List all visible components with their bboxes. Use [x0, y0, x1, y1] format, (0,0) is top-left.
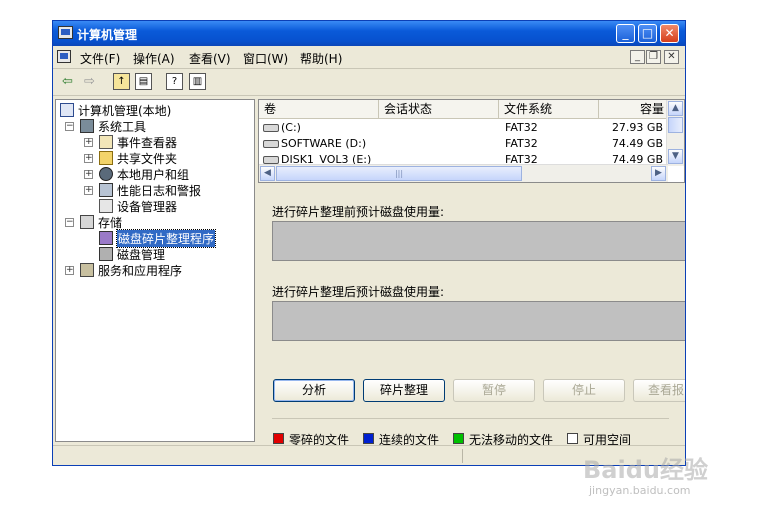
show-hide-tree-icon[interactable]: ▤ [135, 73, 152, 90]
tools-icon [80, 119, 94, 133]
storage-icon [80, 215, 94, 229]
mdi-minimize-button[interactable]: _ [630, 50, 645, 64]
volume-capacity: 74.49 GB [611, 137, 663, 150]
tree-item-label: 性能日志和警报 [117, 184, 202, 198]
after-defrag-usage-display [272, 301, 685, 341]
back-arrow-icon[interactable]: ⇦ [59, 73, 76, 90]
toolbar: ⇦ ⇨ ↑ ▤ ? ▥ [53, 69, 685, 96]
baidu-watermark-url: jingyan.baidu.com [589, 484, 691, 497]
legend-swatch-fragmented [273, 433, 284, 444]
tree-item-label: 事件查看器 [117, 136, 178, 150]
volume-filesystem: FAT32 [505, 121, 538, 134]
device-manager-icon [99, 199, 113, 213]
maximize-button[interactable]: □ [638, 24, 657, 43]
users-icon [99, 167, 113, 181]
column-header-filesystem[interactable]: 文件系统 [499, 100, 599, 119]
menu-view[interactable]: 查看(V) [189, 50, 231, 67]
menu-action[interactable]: 操作(A) [133, 50, 175, 67]
after-defrag-label: 进行碎片整理后预计磁盘使用量: [272, 285, 445, 299]
horizontal-scrollbar[interactable]: ◀ ||| ▶ [259, 164, 668, 182]
stop-button[interactable]: 停止 [543, 379, 625, 402]
volume-capacity: 27.93 GB [611, 121, 663, 134]
event-viewer-icon [99, 135, 113, 149]
pause-button[interactable]: 暂停 [453, 379, 535, 402]
table-row[interactable]: SOFTWARE (D:) FAT32 74.49 GB [259, 136, 663, 152]
mdi-restore-button[interactable]: ❐ [646, 50, 661, 64]
vertical-scroll-thumb[interactable] [668, 117, 683, 133]
column-header-volume[interactable]: 卷 [259, 100, 379, 119]
expander-performance-logs[interactable]: + [84, 186, 93, 195]
volume-name: SOFTWARE (D:) [281, 137, 367, 150]
scroll-left-icon[interactable]: ◀ [260, 166, 275, 181]
column-header-capacity[interactable]: 容量 [599, 100, 668, 119]
up-folder-icon[interactable]: ↑ [113, 73, 130, 90]
minimize-button[interactable]: _ [616, 24, 635, 43]
performance-log-icon [99, 183, 113, 197]
forward-arrow-icon[interactable]: ⇨ [81, 73, 98, 90]
drive-icon [263, 156, 279, 164]
computer-icon [60, 103, 74, 117]
volume-name: (C:) [281, 121, 301, 134]
tree-root-label: 计算机管理(本地) [78, 104, 172, 118]
close-button[interactable]: ✕ [660, 24, 679, 43]
before-defrag-label: 进行碎片整理前预计磁盘使用量: [272, 205, 445, 219]
window-title: 计算机管理 [77, 28, 138, 42]
scroll-right-icon[interactable]: ▶ [651, 166, 666, 181]
expander-system-tools[interactable]: − [65, 122, 74, 131]
expander-services-apps[interactable]: + [65, 266, 74, 275]
tree-item-label: 服务和应用程序 [98, 264, 183, 278]
baidu-watermark: Baidu经验 [583, 456, 708, 484]
tree-item-label: 磁盘管理 [117, 248, 166, 262]
column-header-session-status[interactable]: 会话状态 [379, 100, 499, 119]
legend-swatch-contiguous [363, 433, 374, 444]
properties-icon[interactable]: ▥ [189, 73, 206, 90]
menu-window[interactable]: 窗口(W) [243, 50, 288, 67]
computer-management-window: 计算机管理 _ □ ✕ 文件(F) 操作(A) 查看(V) 窗口(W) 帮助(H… [52, 20, 686, 466]
tree-item-label: 共享文件夹 [117, 152, 178, 166]
defragment-button[interactable]: 碎片整理 [363, 379, 445, 402]
legend-divider [272, 418, 669, 419]
expander-storage[interactable]: − [65, 218, 74, 227]
menu-help[interactable]: 帮助(H) [300, 50, 342, 67]
tree-item-label: 磁盘碎片整理程序 [115, 229, 217, 248]
expander-event-viewer[interactable]: + [84, 138, 93, 147]
table-row[interactable]: (C:) FAT32 27.93 GB [259, 120, 663, 136]
legend-swatch-free-space [567, 433, 578, 444]
shared-folder-icon [99, 151, 113, 165]
drive-icon [263, 140, 279, 148]
analyze-button[interactable]: 分析 [273, 379, 355, 402]
defragmenter-pane: 卷 会话状态 文件系统 容量 (C:) FAT32 27.93 GB SOFTW… [258, 99, 685, 447]
defragmenter-icon [99, 231, 113, 245]
tree-item-label: 本地用户和组 [117, 168, 190, 182]
menu-file[interactable]: 文件(F) [80, 50, 120, 67]
before-defrag-usage-display [272, 221, 685, 261]
horizontal-scroll-thumb[interactable]: ||| [276, 166, 522, 181]
drive-icon [263, 124, 279, 132]
tree-item-label: 设备管理器 [117, 200, 178, 214]
tree-item-label: 系统工具 [98, 120, 147, 134]
computer-icon [58, 26, 73, 39]
status-bar-separator [462, 449, 463, 463]
computer-icon[interactable] [57, 50, 71, 63]
expander-shared-folders[interactable]: + [84, 154, 93, 163]
console-tree: 计算机管理(本地) − 系统工具 + 事件查看器 + 共享文件夹 + 本地用户和… [55, 99, 255, 442]
volume-list: 卷 会话状态 文件系统 容量 (C:) FAT32 27.93 GB SOFTW… [258, 99, 685, 183]
mdi-close-button[interactable]: ✕ [664, 50, 679, 64]
menu-bar: 文件(F) 操作(A) 查看(V) 窗口(W) 帮助(H) _ ❐ ✕ [53, 46, 685, 69]
view-report-button[interactable]: 查看报 [633, 379, 685, 402]
services-icon [80, 263, 94, 277]
volume-filesystem: FAT32 [505, 137, 538, 150]
scroll-up-icon[interactable]: ▲ [668, 101, 683, 116]
vertical-scrollbar[interactable]: ▲ ▼ [666, 100, 684, 166]
disk-management-icon [99, 247, 113, 261]
help-icon[interactable]: ? [166, 73, 183, 90]
scroll-down-icon[interactable]: ▼ [668, 149, 683, 164]
title-bar[interactable]: 计算机管理 _ □ ✕ [53, 21, 685, 46]
tree-item-label: 存储 [98, 216, 123, 230]
legend-swatch-unmovable [453, 433, 464, 444]
expander-local-users[interactable]: + [84, 170, 93, 179]
